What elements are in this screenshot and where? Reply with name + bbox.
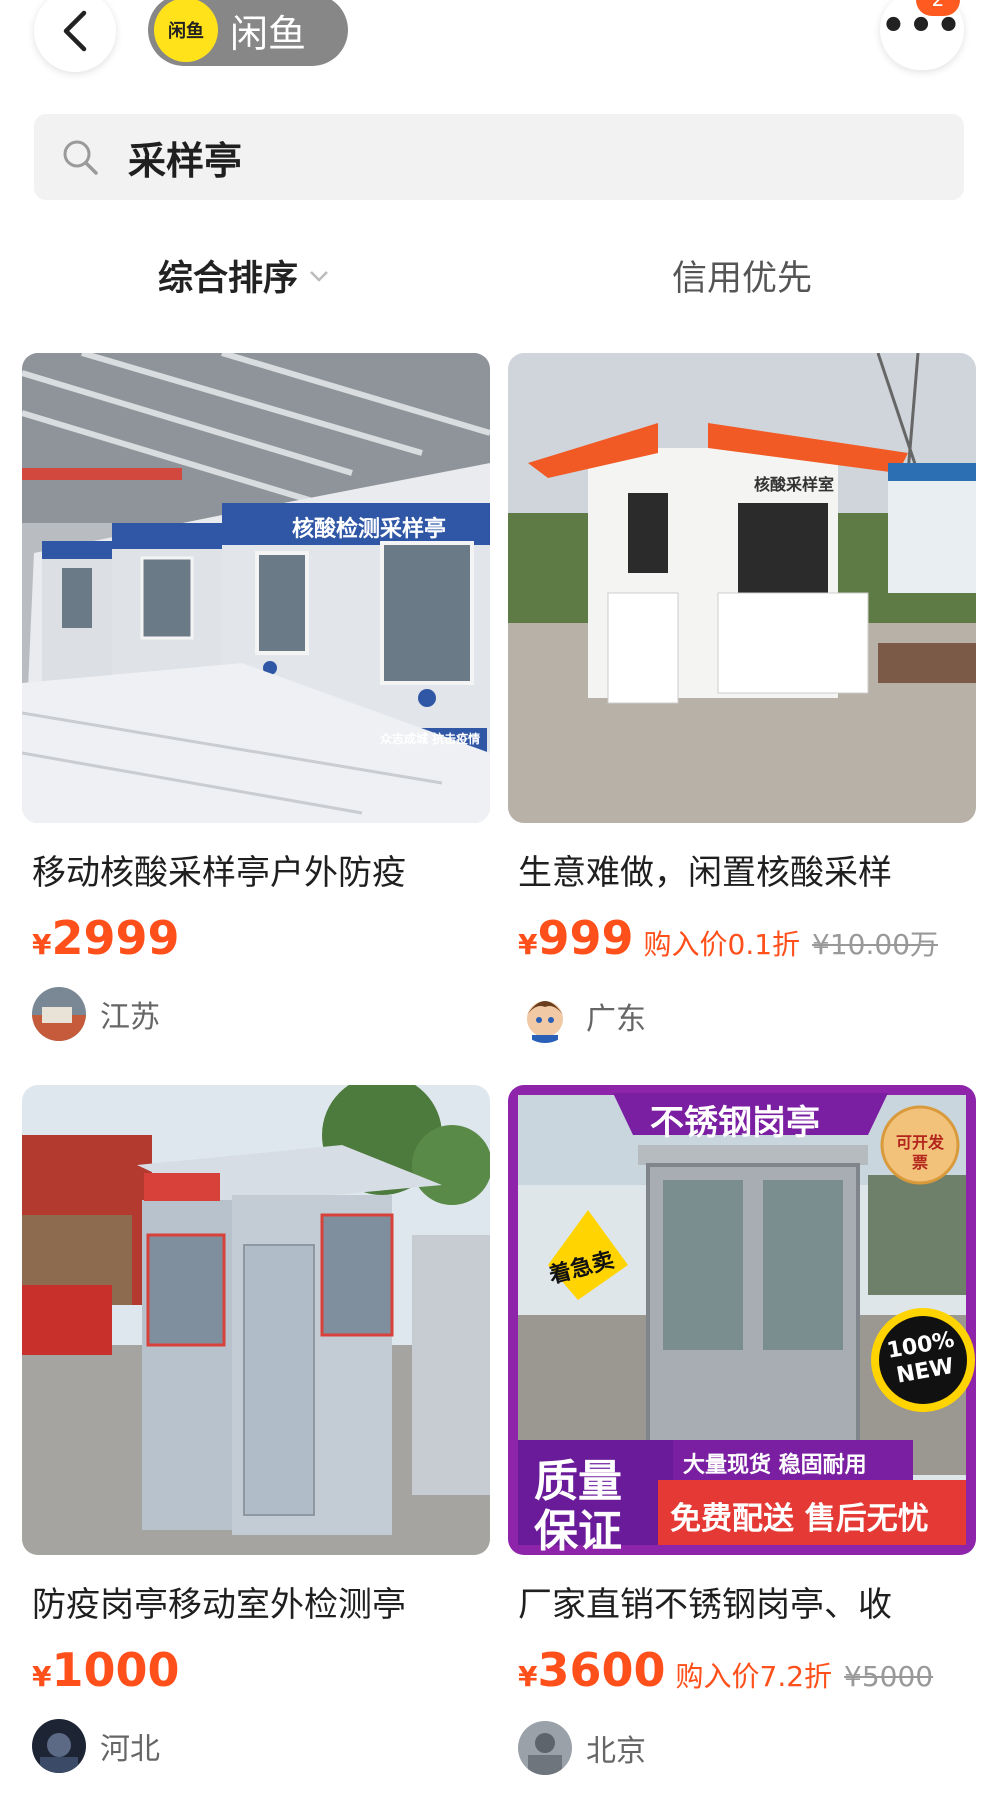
avatar[interactable] [518,1721,572,1775]
image-feature-text-2: 免费配送 售后无忧 [670,1501,929,1537]
price: 1000 [51,1643,180,1697]
product-card[interactable]: 不锈钢岗亭 可开发票 着急卖 100% NEW 质量 保证 大量现货 稳固耐用 … [508,1085,976,1775]
product-title[interactable]: 防疫岗亭移动室外检测亭 [32,1577,490,1623]
app-logo: 闲鱼 [154,0,218,62]
image-quality-text-2: 保证 [534,1506,622,1555]
top-bar: 闲鱼 闲鱼 ••• 2 [0,0,1000,80]
price-row: ¥ 3600 购入价7.2折 ¥5000 [518,1647,976,1695]
search-bar[interactable]: 采样亭 [34,114,964,200]
price: 2999 [51,911,180,965]
discount-label: 购入价0.1折 [643,928,801,961]
discount-label: 购入价7.2折 [675,1660,833,1693]
product-image[interactable]: 核酸采样室 [508,353,976,823]
chevron-down-icon [310,270,328,282]
search-icon [63,140,98,175]
price-row: ¥ 999 购入价0.1折 ¥10.00万 [518,915,976,963]
price-row: ¥ 1000 [32,1647,490,1693]
seller-info[interactable]: 广东 [518,989,976,1043]
seller-location: 江苏 [100,1000,160,1035]
search-query: 采样亭 [128,138,243,183]
product-title[interactable]: 生意难做，闲置核酸采样 [518,845,976,891]
price-row: ¥ 2999 [32,915,490,961]
seller-location: 北京 [586,1734,646,1769]
avatar[interactable] [518,989,572,1043]
seller-info[interactable]: 河北 [32,1719,490,1773]
product-title[interactable]: 移动核酸采样亭户外防疫 [32,845,490,891]
seller-info[interactable]: 北京 [518,1721,976,1775]
product-image[interactable] [22,1085,490,1555]
sort-tabs: 综合排序 信用优先 [0,240,1000,310]
price: 999 [537,911,634,965]
seller-location: 广东 [586,1002,646,1037]
image-invoice-text: 可开发票 [895,1133,944,1172]
image-slogan-text: 众志成城 抗击疫情 [380,732,481,746]
currency-symbol: ¥ [32,928,52,961]
app-pill[interactable]: 闲鱼 闲鱼 [148,0,348,66]
product-card[interactable]: 防疫岗亭移动室外检测亭 ¥ 1000 河北 [22,1085,490,1773]
seller-info[interactable]: 江苏 [32,987,490,1041]
image-banner-text: 不锈钢岗亭 [650,1103,820,1143]
price: 3600 [537,1643,666,1697]
tab-composite-sort[interactable]: 综合排序 [158,250,330,301]
product-card[interactable]: 核酸采样室 生意难做，闲置核酸采样 ¥ 999 购入价0.1折 ¥10.00万 … [508,353,976,1043]
product-card[interactable]: 核酸检测采样亭 众志成城 抗击疫情 移动核酸采样亭户外防疫 ¥ 2999 江苏 [22,353,490,1041]
avatar[interactable] [32,987,86,1041]
currency-symbol: ¥ [518,1660,538,1693]
image-sign-text: 核酸采样室 [754,475,835,494]
tab-composite-label: 综合排序 [158,259,299,299]
image-sign-text: 核酸检测采样亭 [292,517,447,542]
currency-symbol: ¥ [518,928,538,961]
original-price: ¥10.00万 [812,928,939,961]
app-name: 闲鱼 [230,11,307,56]
back-arrow-icon [63,10,87,52]
seller-location: 河北 [100,1732,160,1767]
tab-credit-first[interactable]: 信用优先 [672,250,812,301]
product-image[interactable]: 核酸检测采样亭 众志成城 抗击疫情 [22,353,490,823]
product-image[interactable]: 不锈钢岗亭 可开发票 着急卖 100% NEW 质量 保证 大量现货 稳固耐用 … [508,1085,976,1555]
image-feature-text-1: 大量现货 稳固耐用 [683,1453,867,1478]
avatar[interactable] [32,1719,86,1773]
back-button[interactable] [34,0,116,72]
original-price: ¥5000 [844,1660,934,1693]
currency-symbol: ¥ [32,1660,52,1693]
product-title[interactable]: 厂家直销不锈钢岗亭、收 [518,1577,976,1623]
